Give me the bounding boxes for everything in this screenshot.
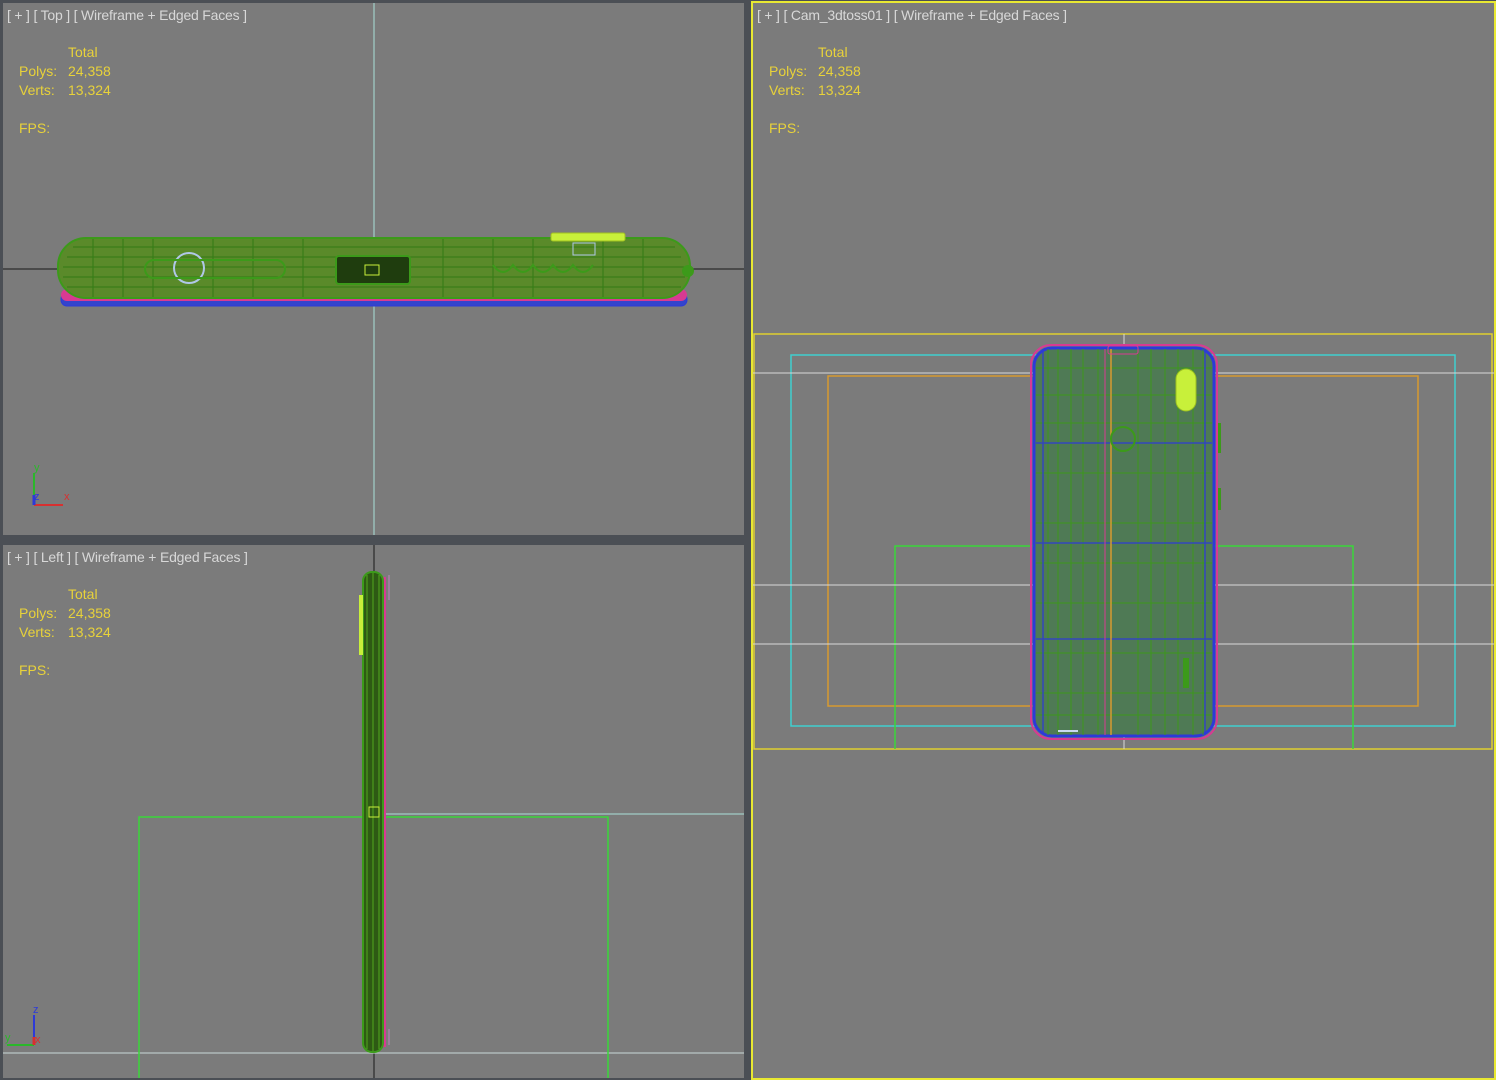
stats-verts-value: 13,324 (68, 82, 111, 98)
viewport-menu-plus[interactable]: [ + ] (7, 7, 30, 23)
viewport-shading-menu[interactable]: [ Wireframe + Edged Faces ] (74, 549, 247, 565)
viewport-statistics: Total Polys: 24,358 Verts: 13,324 FPS: (19, 43, 111, 138)
stats-polys-value: 24,358 (818, 63, 861, 79)
stats-polys-value: 24,358 (68, 605, 111, 621)
left-view-scene: z y x (3, 545, 744, 1078)
stats-fps-label: FPS: (19, 120, 51, 136)
stats-verts-label: Verts: (19, 82, 55, 98)
stats-header: Total (68, 44, 98, 60)
axis-tripod-left (7, 1015, 36, 1046)
stats-polys-value: 24,358 (68, 63, 111, 79)
viewport-shading-menu[interactable]: [ Wireframe + Edged Faces ] (74, 7, 247, 23)
stats-verts-value: 13,324 (818, 82, 861, 98)
viewport-left[interactable]: z y x [ + ] [ Left ] [ Wireframe + Edged… (3, 545, 744, 1078)
stats-polys-label: Polys: (19, 63, 58, 79)
viewport-point-of-view-menu[interactable]: [ Top ] (33, 7, 70, 23)
viewport-point-of-view-menu[interactable]: [ Cam_3dtoss01 ] (783, 7, 890, 23)
viewport-camera[interactable]: [ + ] [ Cam_3dtoss01 ] [ Wireframe + Edg… (751, 1, 1496, 1080)
viewport-label-top: [ + ] [ Top ] [ Wireframe + Edged Faces … (7, 7, 247, 23)
stats-verts-value: 13,324 (68, 624, 111, 640)
stats-polys-label: Polys: (19, 605, 58, 621)
viewport-menu-plus[interactable]: [ + ] (757, 7, 780, 23)
viewport-shading-menu[interactable]: [ Wireframe + Edged Faces ] (894, 7, 1067, 23)
stats-polys-label: Polys: (769, 63, 808, 79)
viewport-label-left: [ + ] [ Left ] [ Wireframe + Edged Faces… (7, 549, 248, 565)
viewport-point-of-view-menu[interactable]: [ Left ] (33, 549, 71, 565)
stats-fps-label: FPS: (19, 662, 51, 678)
viewport-statistics: Total Polys: 24,358 Verts: 13,324 FPS: (19, 585, 111, 680)
stats-verts-label: Verts: (19, 624, 55, 640)
stats-header: Total (818, 44, 848, 60)
viewport-statistics: Total Polys: 24,358 Verts: 13,324 FPS: (769, 43, 861, 138)
axis-label-x: x (64, 491, 70, 503)
top-view-scene: y z x (3, 3, 744, 535)
axis-label-y: y (5, 1032, 11, 1044)
viewport-menu-plus[interactable]: [ + ] (7, 549, 30, 565)
viewport-label-camera: [ + ] [ Cam_3dtoss01 ] [ Wireframe + Edg… (757, 7, 1067, 23)
axis-label-z: z (34, 491, 40, 503)
viewport-top[interactable]: y z x [ + ] [ Top ] [ Wireframe + Edged … (3, 3, 744, 535)
stats-verts-label: Verts: (769, 82, 805, 98)
phone-model-top (57, 232, 694, 307)
axis-label-y: y (34, 462, 40, 474)
axis-label-x: x (35, 1034, 41, 1046)
camera-view-scene (753, 333, 1494, 750)
phone-model-side (359, 571, 390, 1053)
axis-label-z: z (33, 1004, 39, 1016)
stats-fps-label: FPS: (769, 120, 801, 136)
phone-model-back (1030, 344, 1221, 740)
stats-header: Total (68, 586, 98, 602)
